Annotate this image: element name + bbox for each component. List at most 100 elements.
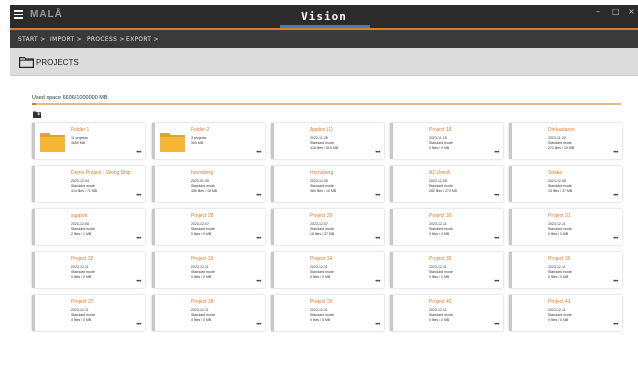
card-more-options-icon[interactable]: ••• bbox=[613, 236, 618, 242]
crumb-process[interactable]: PROCESS > bbox=[87, 35, 125, 43]
folder-icon bbox=[40, 133, 65, 152]
project-card[interactable]: hornsberg 2023-01-05 Standard mode 455 file… bbox=[152, 166, 265, 202]
card-more-options-icon[interactable]: ••• bbox=[256, 236, 261, 242]
card-more-options-icon[interactable]: ••• bbox=[375, 236, 380, 242]
card-detail-1: 2023-12-11 bbox=[548, 265, 566, 269]
card-more-options-icon[interactable]: ••• bbox=[613, 193, 618, 199]
card-more-options-icon[interactable]: ••• bbox=[136, 193, 141, 199]
card-detail-2: Standard mode bbox=[548, 141, 572, 145]
card-more-options-icon[interactable]: ••• bbox=[256, 150, 261, 156]
project-card[interactable]: A1 Umeå 2023-12-08 Standard mode 282 files … bbox=[390, 166, 503, 202]
project-card[interactable]: Project 30 2023-12-11 Standard mode 0 files… bbox=[390, 209, 503, 245]
card-more-options-icon[interactable]: ••• bbox=[256, 279, 261, 285]
card-detail-3: 0 files / 0 MB bbox=[429, 275, 450, 279]
card-more-options-icon[interactable]: ••• bbox=[136, 322, 141, 328]
folder-icon bbox=[160, 133, 185, 152]
card-side-bar bbox=[509, 295, 512, 331]
card-side-bar bbox=[152, 166, 155, 202]
card-name: Project 39 bbox=[310, 299, 333, 305]
card-side-bar bbox=[509, 166, 512, 202]
app-title: Vision bbox=[301, 10, 347, 23]
card-detail-1: 2023-12-11 bbox=[548, 308, 566, 312]
card-detail-3: 415 files / 515 MB bbox=[310, 146, 339, 150]
card-side-bar bbox=[271, 209, 274, 245]
project-card[interactable]: Project 28 2023-12-07 Standard mode 0 files… bbox=[152, 209, 265, 245]
card-more-options-icon[interactable]: ••• bbox=[256, 193, 261, 199]
project-card[interactable]: Project 34 2023-12-11 Standard mode 0 files… bbox=[271, 252, 384, 288]
card-side-bar bbox=[509, 209, 512, 245]
card-detail-2: 4659 MB bbox=[71, 141, 86, 145]
project-card[interactable]: Project 35 2023-12-11 Standard mode 0 files… bbox=[390, 252, 503, 288]
workflow-breadcrumb: START > IMPORT > PROCESS > EXPORT > bbox=[10, 30, 638, 48]
project-card[interactable]: Project 36 2023-12-11 Standard mode 0 files… bbox=[509, 252, 622, 288]
card-detail-2: Standard mode bbox=[310, 227, 334, 231]
card-more-options-icon[interactable]: ••• bbox=[136, 236, 141, 242]
storage-usage-fill bbox=[32, 103, 36, 105]
card-name: Hornsberg bbox=[310, 170, 334, 176]
card-more-options-icon[interactable]: ••• bbox=[613, 279, 618, 285]
card-more-options-icon[interactable]: ••• bbox=[494, 193, 499, 199]
card-detail-2: Standard mode bbox=[191, 227, 215, 231]
folder-card[interactable]: Folder 1 11 projects 4659 MB ••• bbox=[32, 123, 145, 159]
project-card[interactable]: Project 29 2023-12-07 Standard mode 18 file… bbox=[271, 209, 384, 245]
project-card[interactable]: Project 38 2023-12-11 Standard mode 0 files… bbox=[152, 295, 265, 331]
card-side-bar bbox=[152, 252, 155, 288]
card-more-options-icon[interactable]: ••• bbox=[375, 322, 380, 328]
project-card[interactable]: Demo Project - Viking Ship 2023-12-04 Stan… bbox=[32, 166, 145, 202]
card-side-bar bbox=[271, 252, 274, 288]
folder-card[interactable]: Folder 2 3 projects 300 MB ••• bbox=[152, 123, 265, 159]
card-more-options-icon[interactable]: ••• bbox=[375, 279, 380, 285]
project-card[interactable]: Project 18 2023-11-15 Standard mode 0 files… bbox=[390, 123, 503, 159]
card-more-options-icon[interactable]: ••• bbox=[613, 322, 618, 328]
card-side-bar bbox=[32, 166, 35, 202]
card-more-options-icon[interactable]: ••• bbox=[375, 150, 380, 156]
card-more-options-icon[interactable]: ••• bbox=[494, 150, 499, 156]
new-folder-icon[interactable] bbox=[33, 111, 41, 118]
card-name: Project 38 bbox=[191, 299, 214, 305]
project-card[interactable]: Project 40 2023-12-11 Standard mode 0 files… bbox=[390, 295, 503, 331]
project-card[interactable]: Project 33 2023-12-11 Standard mode 0 files… bbox=[152, 252, 265, 288]
card-name: Project 28 bbox=[191, 213, 214, 219]
minimize-icon[interactable]: – bbox=[596, 7, 600, 16]
card-side-bar bbox=[390, 252, 393, 288]
card-more-options-icon[interactable]: ••• bbox=[256, 322, 261, 328]
card-detail-1: 11 projects bbox=[71, 136, 88, 140]
card-name: Project 41 bbox=[548, 299, 571, 305]
card-more-options-icon[interactable]: ••• bbox=[136, 279, 141, 285]
card-detail-1: 3 projects bbox=[191, 136, 207, 140]
card-more-options-icon[interactable]: ••• bbox=[494, 236, 499, 242]
close-icon[interactable]: × bbox=[628, 7, 635, 16]
card-more-options-icon[interactable]: ••• bbox=[136, 150, 141, 156]
card-more-options-icon[interactable]: ••• bbox=[494, 279, 499, 285]
project-card[interactable]: Project 39 2023-12-11 Standard mode 0 files… bbox=[271, 295, 384, 331]
card-name: Project 32 bbox=[71, 256, 94, 262]
card-detail-3: 0 files / 0 MB bbox=[548, 318, 569, 322]
card-detail-3: 0 files / 0 MB bbox=[71, 318, 92, 322]
project-card[interactable]: Hornsberg 2023-12-05 Standard mode 384 file… bbox=[271, 166, 384, 202]
project-card[interactable]: Project 31 2023-12-11 Standard mode 0 files… bbox=[509, 209, 622, 245]
card-detail-3: 18 files / 37 MB bbox=[310, 232, 335, 236]
card-detail-3: 0 files / 0 MB bbox=[191, 275, 212, 279]
project-card[interactable]: Project 32 2023-12-11 Standard mode 0 files… bbox=[32, 252, 145, 288]
crumb-export[interactable]: EXPORT > bbox=[126, 35, 159, 43]
project-card[interactable]: Dinkastaren 2023-11-20 Standard mode 272 fi… bbox=[509, 123, 622, 159]
card-detail-3: 0 files / 0 MB bbox=[191, 318, 212, 322]
card-more-options-icon[interactable]: ••• bbox=[613, 150, 618, 156]
card-name: Folder 2 bbox=[191, 127, 210, 133]
card-more-options-icon[interactable]: ••• bbox=[375, 193, 380, 199]
card-detail-1: 2023-12-11 bbox=[191, 265, 209, 269]
crumb-start[interactable]: START > bbox=[18, 35, 46, 43]
card-detail-2: Standard mode bbox=[429, 313, 453, 317]
card-more-options-icon[interactable]: ••• bbox=[494, 322, 499, 328]
card-detail-1: 2023-12-11 bbox=[310, 308, 328, 312]
card-detail-2: Standard mode bbox=[429, 270, 453, 274]
project-card[interactable]: support 2023-12-08 Standard mode 2 files / … bbox=[32, 209, 145, 245]
page-header: PROJECTS bbox=[10, 48, 638, 76]
project-card[interactable]: Project 37 2023-12-11 Standard mode 0 files… bbox=[32, 295, 145, 331]
crumb-import[interactable]: IMPORT > bbox=[50, 35, 82, 43]
project-card[interactable]: Apples (1) 2022-11-28 Standard mode 415 fil… bbox=[271, 123, 384, 159]
project-card[interactable]: Project 41 2023-12-11 Standard mode 0 files… bbox=[509, 295, 622, 331]
project-card[interactable]: Snake 2023-12-08 Standard mode 15 files / 3… bbox=[509, 166, 622, 202]
maximize-icon[interactable]: □ bbox=[612, 7, 620, 16]
card-name: Project 36 bbox=[548, 256, 571, 262]
